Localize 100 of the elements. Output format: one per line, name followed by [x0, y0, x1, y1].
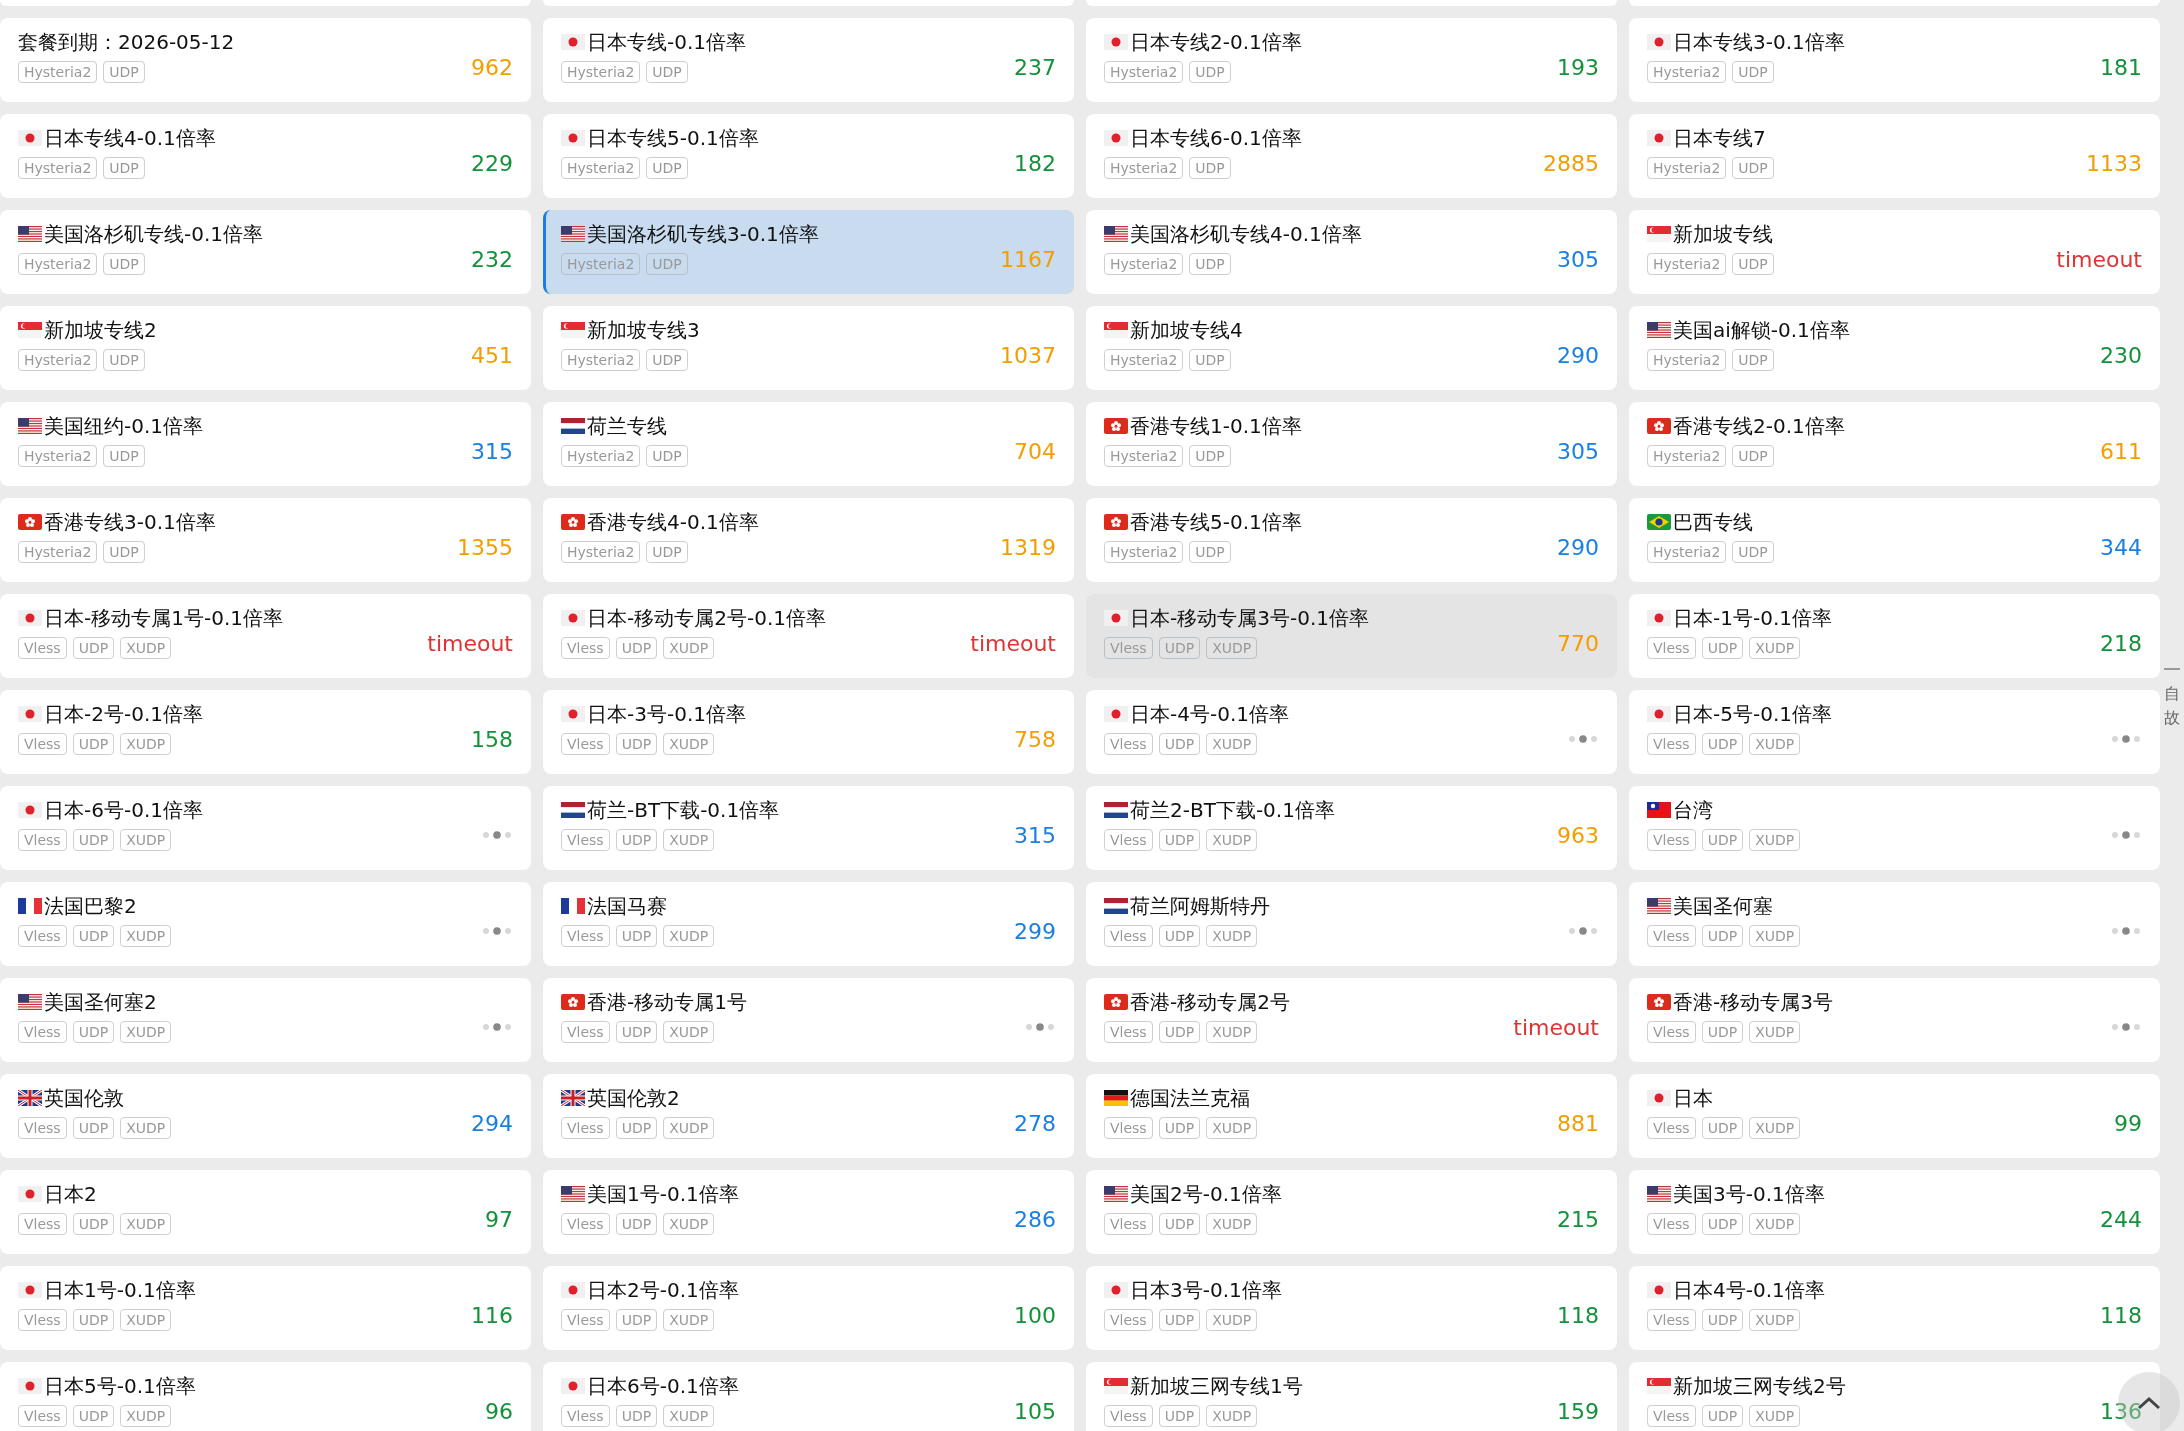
latency-value[interactable]: timeout	[427, 630, 513, 656]
latency-value[interactable]: 118	[1557, 1302, 1599, 1328]
latency-value[interactable]: 182	[1014, 150, 1056, 176]
node-card[interactable]: 香港专线4-0.1倍率 Hysteria2 UDP 1319	[543, 498, 1074, 582]
node-card[interactable]: 香港专线1-0.1倍率 Hysteria2 UDP 305	[1086, 402, 1617, 486]
protocol-tag: Hysteria2	[1647, 157, 1727, 179]
node-card[interactable]: 香港专线5-0.1倍率 Hysteria2 UDP 290	[1086, 498, 1617, 582]
latency-value[interactable]: 286	[1014, 1206, 1056, 1232]
node-card[interactable]: 美国洛杉矶专线3-0.1倍率 Hysteria2 UDP 1167	[543, 210, 1074, 294]
node-card[interactable]: 荷兰2-BT下载-0.1倍率 Vless UDP XUDP 963	[1086, 786, 1617, 870]
latency-value[interactable]: 230	[2100, 342, 2142, 368]
node-card[interactable]: 日本4号-0.1倍率 Vless UDP XUDP 118	[1629, 1266, 2160, 1350]
node-card[interactable]: 新加坡专线 Hysteria2 UDP timeout	[1629, 210, 2160, 294]
latency-value[interactable]: 315	[471, 438, 513, 464]
node-card[interactable]: 新加坡专线2 Hysteria2 UDP 451	[0, 306, 531, 390]
node-card[interactable]: 荷兰专线 Hysteria2 UDP 704	[543, 402, 1074, 486]
node-card[interactable]: 美国2号-0.1倍率 Vless UDP XUDP 215	[1086, 1170, 1617, 1254]
node-card[interactable]: 日本-2号-0.1倍率 Vless UDP XUDP 158	[0, 690, 531, 774]
node-card[interactable]: 日本1号-0.1倍率 Vless UDP XUDP 116	[0, 1266, 531, 1350]
node-card[interactable]: 英国伦敦 Vless UDP XUDP 294	[0, 1074, 531, 1158]
node-card[interactable]: 新加坡专线3 Hysteria2 UDP 1037	[543, 306, 1074, 390]
protocol-tag: Vless	[561, 733, 610, 755]
latency-value[interactable]: 96	[485, 1398, 513, 1424]
latency-value[interactable]: 305	[1557, 246, 1599, 272]
node-card[interactable]: 德国法兰克福 Vless UDP XUDP 881	[1086, 1074, 1617, 1158]
node-card[interactable]: 荷兰阿姆斯特丹 Vless UDP XUDP	[1086, 882, 1617, 966]
node-card[interactable]: 日本专线2-0.1倍率 Hysteria2 UDP 193	[1086, 18, 1617, 102]
latency-value[interactable]: 299	[1014, 918, 1056, 944]
node-card[interactable]: 日本专线4-0.1倍率 Hysteria2 UDP 229	[0, 114, 531, 198]
latency-value[interactable]: 218	[2100, 630, 2142, 656]
latency-value[interactable]: timeout	[1513, 1014, 1599, 1040]
latency-value[interactable]: 294	[471, 1110, 513, 1136]
node-card[interactable]: 日本专线-0.1倍率 Hysteria2 UDP 237	[543, 18, 1074, 102]
node-card[interactable]: 日本6号-0.1倍率 Vless UDP XUDP 105	[543, 1362, 1074, 1431]
node-card[interactable]: 套餐到期：2026-05-12 Hysteria2 UDP 962	[0, 18, 531, 102]
node-card[interactable]: 巴西专线 Hysteria2 UDP 344	[1629, 498, 2160, 582]
protocol-tag: Hysteria2	[18, 541, 98, 563]
node-card[interactable]: 日本专线3-0.1倍率 Hysteria2 UDP 181	[1629, 18, 2160, 102]
latency-value[interactable]: 229	[471, 150, 513, 176]
latency-value[interactable]: 215	[1557, 1206, 1599, 1232]
node-card[interactable]: 香港-移动专属2号 Vless UDP XUDP timeout	[1086, 978, 1617, 1062]
node-card[interactable]: 英国伦敦2 Vless UDP XUDP 278	[543, 1074, 1074, 1158]
latency-value[interactable]: 344	[2100, 534, 2142, 560]
latency-value[interactable]: 118	[2100, 1302, 2142, 1328]
node-card[interactable]: 荷兰-BT下载-0.1倍率 Vless UDP XUDP 315	[543, 786, 1074, 870]
latency-value[interactable]: 100	[1014, 1302, 1056, 1328]
node-card[interactable]: 法国巴黎2 Vless UDP XUDP	[0, 882, 531, 966]
protocol-tag: Vless	[1104, 1309, 1153, 1331]
latency-value[interactable]: 232	[471, 246, 513, 272]
node-card[interactable]: 美国洛杉矶专线4-0.1倍率 Hysteria2 UDP 305	[1086, 210, 1617, 294]
node-card[interactable]: 日本3号-0.1倍率 Vless UDP XUDP 118	[1086, 1266, 1617, 1350]
node-card[interactable]: 美国3号-0.1倍率 Vless UDP XUDP 244	[1629, 1170, 2160, 1254]
latency-value[interactable]: 159	[1557, 1398, 1599, 1424]
node-card[interactable]: 日本专线5-0.1倍率 Hysteria2 UDP 182	[543, 114, 1074, 198]
node-card[interactable]: 香港-移动专属3号 Vless UDP XUDP	[1629, 978, 2160, 1062]
latency-value[interactable]: 97	[485, 1206, 513, 1232]
node-card[interactable]: 美国洛杉矶专线-0.1倍率 Hysteria2 UDP 232	[0, 210, 531, 294]
node-card[interactable]: 日本-6号-0.1倍率 Vless UDP XUDP	[0, 786, 531, 870]
node-card[interactable]: 新加坡专线4 Hysteria2 UDP 290	[1086, 306, 1617, 390]
latency-value[interactable]: 290	[1557, 534, 1599, 560]
latency-value[interactable]: 278	[1014, 1110, 1056, 1136]
latency-value[interactable]: 105	[1014, 1398, 1056, 1424]
latency-value[interactable]: 315	[1014, 822, 1056, 848]
node-card[interactable]: 美国ai解锁-0.1倍率 Hysteria2 UDP 230	[1629, 306, 2160, 390]
node-card[interactable]: 日本5号-0.1倍率 Vless UDP XUDP 96	[0, 1362, 531, 1431]
node-card[interactable]: 日本2号-0.1倍率 Vless UDP XUDP 100	[543, 1266, 1074, 1350]
latency-value[interactable]: 305	[1557, 438, 1599, 464]
node-card[interactable]: 新加坡三网专线1号 Vless UDP XUDP 159	[1086, 1362, 1617, 1431]
latency-value[interactable]: 181	[2100, 54, 2142, 80]
node-card[interactable]: 香港-移动专属1号 Vless UDP XUDP	[543, 978, 1074, 1062]
latency-value[interactable]: timeout	[970, 630, 1056, 656]
latency-value[interactable]: 116	[471, 1302, 513, 1328]
latency-value[interactable]: 193	[1557, 54, 1599, 80]
node-card[interactable]: 日本-5号-0.1倍率 Vless UDP XUDP	[1629, 690, 2160, 774]
node-card[interactable]: 美国圣何塞2 Vless UDP XUDP	[0, 978, 531, 1062]
latency-value[interactable]: 99	[2114, 1110, 2142, 1136]
latency-value[interactable]: 158	[471, 726, 513, 752]
node-card[interactable]: 美国纽约-0.1倍率 Hysteria2 UDP 315	[0, 402, 531, 486]
node-card[interactable]: 香港专线2-0.1倍率 Hysteria2 UDP 611	[1629, 402, 2160, 486]
node-card[interactable]: 台湾 Vless UDP XUDP	[1629, 786, 2160, 870]
node-card[interactable]: 香港专线3-0.1倍率 Hysteria2 UDP 1355	[0, 498, 531, 582]
latency-value[interactable]: 290	[1557, 342, 1599, 368]
node-card[interactable]: 日本 Vless UDP XUDP 99	[1629, 1074, 2160, 1158]
node-card[interactable]: 日本-移动专属1号-0.1倍率 Vless UDP XUDP timeout	[0, 594, 531, 678]
node-card[interactable]: 美国圣何塞 Vless UDP XUDP	[1629, 882, 2160, 966]
protocol-tag: Vless	[1104, 829, 1153, 851]
latency-value[interactable]: 237	[1014, 54, 1056, 80]
node-card[interactable]: 法国马赛 Vless UDP XUDP 299	[543, 882, 1074, 966]
node-card[interactable]: 日本-4号-0.1倍率 Vless UDP XUDP	[1086, 690, 1617, 774]
node-card[interactable]: 美国1号-0.1倍率 Vless UDP XUDP 286	[543, 1170, 1074, 1254]
node-card[interactable]: 日本2 Vless UDP XUDP 97	[0, 1170, 531, 1254]
node-card[interactable]: 日本-3号-0.1倍率 Vless UDP XUDP 758	[543, 690, 1074, 774]
latency-value[interactable]: timeout	[2056, 246, 2142, 272]
node-card[interactable]: 日本-移动专属2号-0.1倍率 Vless UDP XUDP timeout	[543, 594, 1074, 678]
node-card[interactable]: 日本专线7 Hysteria2 UDP 1133	[1629, 114, 2160, 198]
node-card[interactable]: 日本-移动专属3号-0.1倍率 Vless UDP XUDP 770	[1086, 594, 1617, 678]
latency-value[interactable]: 244	[2100, 1206, 2142, 1232]
node-card[interactable]: 新加坡三网专线2号 Vless UDP XUDP 136	[1629, 1362, 2160, 1431]
node-card[interactable]: 日本-1号-0.1倍率 Vless UDP XUDP 218	[1629, 594, 2160, 678]
node-card[interactable]: 日本专线6-0.1倍率 Hysteria2 UDP 2885	[1086, 114, 1617, 198]
